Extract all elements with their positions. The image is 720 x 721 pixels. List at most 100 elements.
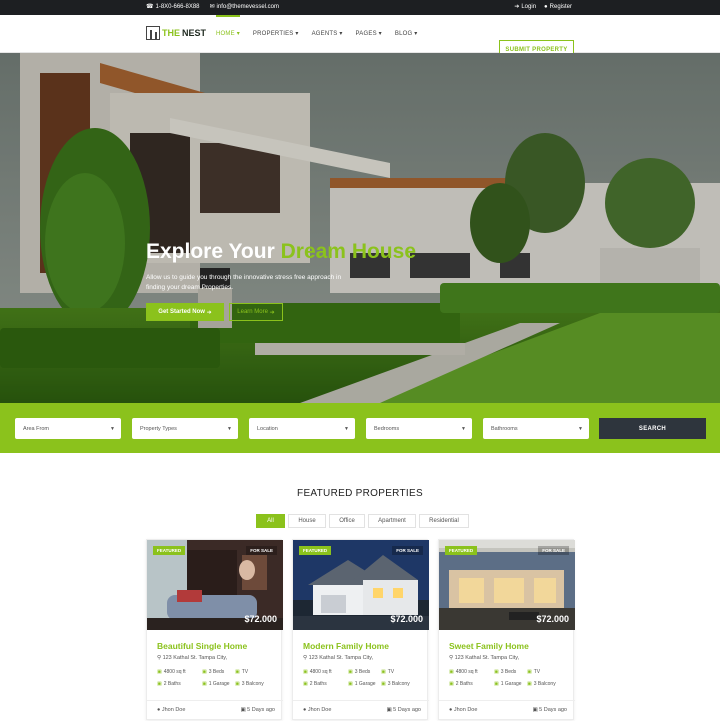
location-select[interactable]: Location ▼ [249, 418, 355, 439]
balcony-icon: ▣ [381, 681, 386, 687]
bath-icon: ▣ [157, 681, 162, 687]
agent-text: Jhon Doe [453, 707, 478, 713]
agent-name[interactable]: ● Jhon Doe [449, 707, 477, 713]
agent-text: Jhon Doe [161, 707, 186, 713]
tv-icon: ▣ [527, 669, 532, 675]
agent-name[interactable]: ● Jhon Doe [303, 707, 331, 713]
property-card[interactable]: FEATURED FOR SALE $72.000 Beautiful Sing… [146, 539, 283, 721]
feature-area: ▣ 4800 sq ft [449, 669, 478, 675]
feature-balcony: ▣ 3 Balcony [235, 681, 264, 687]
tv-icon: ▣ [235, 669, 240, 675]
property-photo[interactable]: FEATURED FOR SALE $72.000 [293, 540, 429, 630]
feature-text: 2 Baths [309, 681, 327, 687]
feature-text: 4800 sq ft [309, 669, 332, 675]
property-title[interactable]: Modern Family Home [303, 641, 389, 651]
nav-item-agents[interactable]: AGENTS ▾ [312, 30, 343, 37]
chevron-down-icon: ▾ [378, 31, 382, 37]
feature-text: 4800 sq ft [163, 669, 186, 675]
card-footer: ● Jhon Doe ▣ 5 Days ago [293, 700, 429, 721]
nav-item-blog[interactable]: BLOG ▾ [395, 30, 418, 37]
feature-text: 1 Garage [208, 681, 230, 687]
address-text: 123 Kathal St. Tampa City, [454, 655, 520, 661]
feature-text: 2 Baths [163, 681, 181, 687]
nav-item-properties[interactable]: PROPERTIES ▾ [253, 30, 299, 37]
feature-beds: ▣ 3 Beds [494, 669, 516, 675]
email-address: info@themevessel.com [216, 3, 279, 10]
get-started-button[interactable]: Get Started Now ➜ [146, 303, 224, 321]
property-filter-tabs: All House Office Apartment Residential [256, 514, 472, 528]
property-address: ⚲ 123 Kathal St. Tampa City, [449, 655, 519, 661]
nav-label: AGENTS [311, 31, 338, 37]
hero-title-prefix: Explore Your [146, 240, 275, 263]
feature-text: 1 Garage [500, 681, 522, 687]
calendar-icon: ▣ [240, 707, 246, 713]
property-title[interactable]: Sweet Family Home [449, 641, 529, 651]
feature-balcony: ▣ 3 Balcony [527, 681, 556, 687]
login-label: Login [521, 3, 537, 10]
address-text: 123 Kathal St. Tampa City, [308, 655, 374, 661]
learn-more-label: Learn More [237, 309, 268, 315]
chevron-down-icon: ▾ [414, 31, 418, 37]
login-link[interactable]: ➔ Login [514, 3, 537, 11]
caret-down-icon: ▼ [227, 426, 232, 432]
property-types-select[interactable]: Property Types ▼ [132, 418, 238, 439]
caret-down-icon: ▼ [344, 426, 349, 432]
caret-down-icon: ▼ [461, 426, 466, 432]
feature-beds: ▣ 3 Beds [202, 669, 224, 675]
feature-text: TV [533, 669, 541, 675]
nav-label: PAGES [355, 31, 377, 37]
chevron-down-icon: ▾ [295, 31, 299, 37]
agent-name[interactable]: ● Jhon Doe [157, 707, 185, 713]
logo-text-the: THE [162, 28, 180, 38]
property-card[interactable]: FEATURED FOR SALE $72.000 Sweet Family H… [438, 539, 575, 720]
email-contact[interactable]: ✉ info@themevessel.com [210, 3, 279, 11]
feature-tv: ▣ TV [527, 669, 540, 675]
filter-tab-all[interactable]: All [256, 514, 285, 528]
register-label: Register [549, 3, 572, 10]
bathrooms-select[interactable]: Bathrooms ▼ [483, 418, 589, 439]
area-from-select[interactable]: Area From ▼ [15, 418, 121, 439]
select-value: Location [257, 425, 278, 432]
feature-area: ▣ 4800 sq ft [303, 669, 332, 675]
top-bar: ☎ 1-8X0-666-8X88 ✉ info@themevessel.com ➔ L… [0, 0, 720, 15]
for-sale-badge: FOR SALE [392, 546, 423, 555]
filter-tab-office[interactable]: Office [329, 514, 365, 528]
property-title[interactable]: Beautiful Single Home [157, 641, 247, 651]
search-button[interactable]: SEARCH [599, 418, 706, 439]
filter-tab-house[interactable]: House [288, 514, 326, 528]
property-search-bar: Area From ▼ Property Types ▼ Location ▼ Bed… [0, 403, 720, 453]
site-logo[interactable]: THE NEST [146, 26, 206, 40]
filter-tab-apartment[interactable]: Apartment [368, 514, 416, 528]
nav-label: HOME [216, 31, 235, 37]
property-photo[interactable]: FEATURED FOR SALE $72.000 [439, 540, 575, 630]
nav-item-pages[interactable]: PAGES ▾ [356, 30, 382, 37]
filter-tab-residential[interactable]: Residential [419, 514, 469, 528]
phone-number: 1-8X0-666-8X88 [155, 3, 200, 10]
logo-text-nest: NEST [182, 28, 207, 38]
bed-icon: ▣ [494, 669, 499, 675]
nav-item-home[interactable]: HOME ▾ [216, 15, 240, 37]
phone-icon: ☎ [146, 4, 154, 10]
learn-more-button[interactable]: Learn More ➜ [229, 303, 283, 321]
feature-garage: ▣ 1 Garage [202, 681, 230, 687]
select-value: Property Types [140, 425, 177, 432]
bedrooms-select[interactable]: Bedrooms ▼ [366, 418, 472, 439]
caret-down-icon: ▼ [110, 426, 115, 432]
register-link[interactable]: ● Register [544, 4, 572, 10]
arrow-right-icon: ➜ [206, 309, 212, 316]
bed-icon: ▣ [348, 669, 353, 675]
property-photo[interactable]: FEATURED FOR SALE $72.000 [147, 540, 283, 630]
user-icon: ● [544, 3, 548, 10]
nav-label: BLOG [394, 31, 413, 37]
card-footer: ● Jhon Doe ▣ 5 Days ago [147, 700, 283, 721]
map-pin-icon: ⚲ [157, 655, 162, 661]
phone-contact[interactable]: ☎ 1-8X0-666-8X88 [146, 3, 200, 11]
hero-banner: Explore Your Dream House Allow us to gui… [0, 53, 720, 403]
hero-title-highlight: Dream House [280, 240, 416, 263]
feature-tv: ▣ TV [235, 669, 248, 675]
agent-text: Jhon Doe [307, 707, 332, 713]
featured-badge: FEATURED [445, 546, 478, 555]
property-card[interactable]: FEATURED FOR SALE $72.000 Modern Family … [292, 539, 429, 721]
calendar-icon: ▣ [386, 707, 392, 713]
balcony-icon: ▣ [527, 681, 532, 687]
